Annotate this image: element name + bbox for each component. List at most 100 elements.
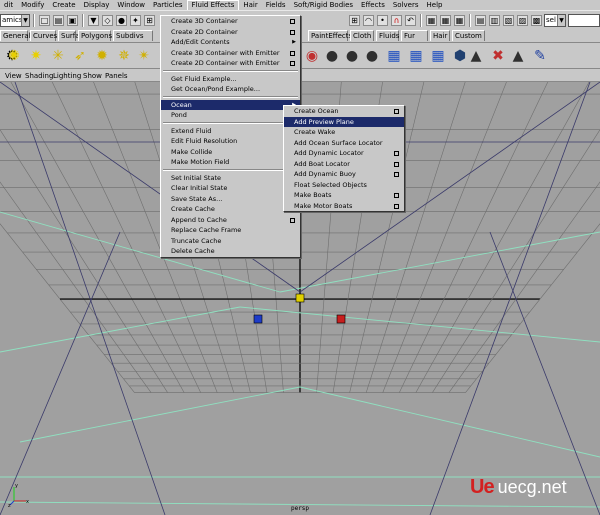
save-scene-icon[interactable]: ▣ <box>67 15 78 26</box>
option-box-icon[interactable] <box>290 50 295 56</box>
magnet-icon[interactable]: ∩ <box>391 15 402 26</box>
menu-item-extend-fluid[interactable]: Extend Fluid <box>161 126 300 137</box>
menu-item-create-2d-container[interactable]: Create 2D Container <box>161 27 300 38</box>
menu-item-append-to-cache[interactable]: Append to Cache <box>161 215 300 226</box>
option-box-icon[interactable] <box>394 151 399 156</box>
tab-polygons[interactable]: Polygons <box>78 30 112 41</box>
snap-icon[interactable]: ⊞ <box>144 15 155 26</box>
menu-modify[interactable]: Modify <box>17 0 48 10</box>
menu-soft-rigid-bodies[interactable]: Soft/Rigid Bodies <box>290 0 357 10</box>
mode-dropdown[interactable]: amics ▼ <box>0 14 30 27</box>
ipr-icon[interactable]: ▦ <box>440 15 451 26</box>
curve-emitter-icon[interactable]: ✵ <box>114 46 134 66</box>
move-icon[interactable]: ✦ <box>130 15 141 26</box>
emitter-icon[interactable]: ✷ <box>26 46 46 66</box>
menu-item-ocean[interactable]: Ocean▶ <box>161 99 300 110</box>
menu-item-create-wake[interactable]: Create Wake <box>284 127 404 138</box>
lasso-icon[interactable]: ◇ <box>102 15 113 26</box>
render-icon[interactable]: ▦ <box>426 15 437 26</box>
tab-general[interactable]: General <box>0 30 31 41</box>
light-icon[interactable]: ▦ <box>384 46 404 66</box>
tab-painteffects[interactable]: PaintEffects <box>308 30 352 41</box>
menu-hair[interactable]: Hair <box>239 0 261 10</box>
menu-item-get-ocean-pond-example[interactable]: Get Ocean/Pond Example... <box>161 84 300 95</box>
menu-window[interactable]: Window <box>113 0 149 10</box>
paint-select-icon[interactable]: ● <box>116 15 127 26</box>
panel-menu-shading[interactable]: Shading <box>25 71 53 82</box>
panel-menu-view[interactable]: View <box>5 71 22 82</box>
menu-create[interactable]: Create <box>48 0 79 10</box>
menu-item-edit-fluid-resolution[interactable]: Edit Fluid Resolution <box>161 136 300 147</box>
hypershade-icon[interactable]: ✎ <box>530 46 550 66</box>
snap-point-icon[interactable]: • <box>377 15 388 26</box>
menu-item-get-fluid-example[interactable]: Get Fluid Example... <box>161 74 300 85</box>
tab-fluids[interactable]: Fluids <box>376 30 399 41</box>
shading-icon[interactable]: ◉ <box>302 46 322 66</box>
menu-fields[interactable]: Fields <box>262 0 290 10</box>
menu-item-replace-cache-frame[interactable]: Replace Cache Frame <box>161 225 300 236</box>
menu-item-clear-initial-state[interactable]: Clear Initial State <box>161 183 300 194</box>
open-scene-icon[interactable]: ▤ <box>53 15 64 26</box>
quick-select-field[interactable] <box>568 14 600 27</box>
chevron-down-icon[interactable]: ▼ <box>21 15 29 26</box>
surface-flow-icon[interactable]: ▲ <box>508 46 528 66</box>
tab-cloth[interactable]: Cloth <box>350 30 374 41</box>
tab-custom[interactable]: Custom <box>452 30 485 41</box>
z-handle-icon[interactable] <box>253 314 263 324</box>
menu-item-create-2d-container-with-emitter[interactable]: Create 2D Container with Emitter <box>161 58 300 69</box>
menu-item-create-cache[interactable]: Create Cache <box>161 204 300 215</box>
snap-curve-icon[interactable]: ◠ <box>363 15 374 26</box>
tool-settings-icon[interactable]: ▧ <box>503 15 514 26</box>
menu-item-add-dynamic-buoy[interactable]: Add Dynamic Buoy <box>284 169 404 180</box>
curve-flow-icon[interactable]: ▲ <box>466 46 486 66</box>
tab-hair[interactable]: Hair <box>430 30 450 41</box>
menu-solvers[interactable]: Solvers <box>389 0 423 10</box>
y-handle-icon[interactable] <box>295 293 305 303</box>
menu-help[interactable]: Help <box>423 0 447 10</box>
new-scene-icon[interactable]: □ <box>39 15 50 26</box>
select-icon[interactable]: ▼ <box>88 15 99 26</box>
layer-editor-icon[interactable]: ▨ <box>517 15 528 26</box>
select-mode-dropdown[interactable]: sel ▼ <box>544 14 566 27</box>
particle-tool-icon[interactable]: ✺ <box>4 46 24 66</box>
option-box-icon[interactable] <box>394 161 399 167</box>
menu-item-make-boats[interactable]: Make Boats <box>284 190 404 201</box>
tab-fur[interactable]: Fur <box>401 30 428 41</box>
menu-item-add-ocean-surface-locator[interactable]: Add Ocean Surface Locator <box>284 138 404 149</box>
menu-particles[interactable]: Particles <box>149 0 187 10</box>
menu-display[interactable]: Display <box>80 0 114 10</box>
menu-item-add-dynamic-locator[interactable]: Add Dynamic Locator <box>284 148 404 159</box>
panel-menu-panels[interactable]: Panels <box>105 71 128 82</box>
snap-grid-icon[interactable]: ⊞ <box>349 15 360 26</box>
channel-box-icon[interactable]: ▤ <box>475 15 486 26</box>
menu-fluid-effects[interactable]: Fluid Effects <box>186 0 240 10</box>
chevron-down-icon[interactable]: ▼ <box>557 15 565 26</box>
x-handle-icon[interactable] <box>336 314 346 324</box>
menu-item-create-3d-container[interactable]: Create 3D Container <box>161 16 300 27</box>
fire-icon[interactable]: ▦ <box>406 46 426 66</box>
option-box-icon[interactable] <box>290 217 295 223</box>
tab-subdivs[interactable]: Subdivs <box>113 30 153 41</box>
delete-icon[interactable]: ✖ <box>488 46 508 66</box>
sphere2-icon[interactable]: ● <box>342 46 362 66</box>
menu-item-delete-cache[interactable]: Delete Cache <box>161 246 300 257</box>
tab-curves[interactable]: Curves <box>30 30 57 41</box>
smoke-icon[interactable]: ▦ <box>428 46 448 66</box>
menu-item-add-boat-locator[interactable]: Add Boat Locator <box>284 159 404 170</box>
menu-item-make-collide[interactable]: Make Collide <box>161 147 300 158</box>
panel-menu-show[interactable]: Show <box>83 71 102 82</box>
tab-surfaces[interactable]: Surfaces <box>58 30 91 41</box>
history-icon[interactable]: ↶ <box>405 15 416 26</box>
sphere-icon[interactable]: ● <box>322 46 342 66</box>
menu-item-add-preview-plane[interactable]: Add Preview Plane <box>284 116 404 127</box>
option-box-icon[interactable] <box>290 61 295 66</box>
option-box-icon[interactable] <box>394 172 399 177</box>
menu-item-create-ocean[interactable]: Create Ocean <box>284 106 404 117</box>
render-settings-icon[interactable]: ▦ <box>454 15 465 26</box>
option-box-icon[interactable] <box>394 203 399 209</box>
menu-item-float-selected-objects[interactable]: Float Selected Objects <box>284 180 404 191</box>
option-box-icon[interactable] <box>290 19 295 24</box>
sphere3-icon[interactable]: ● <box>362 46 382 66</box>
menu-item-set-initial-state[interactable]: Set Initial State <box>161 173 300 184</box>
attribute-editor-icon[interactable]: ▥ <box>489 15 500 26</box>
